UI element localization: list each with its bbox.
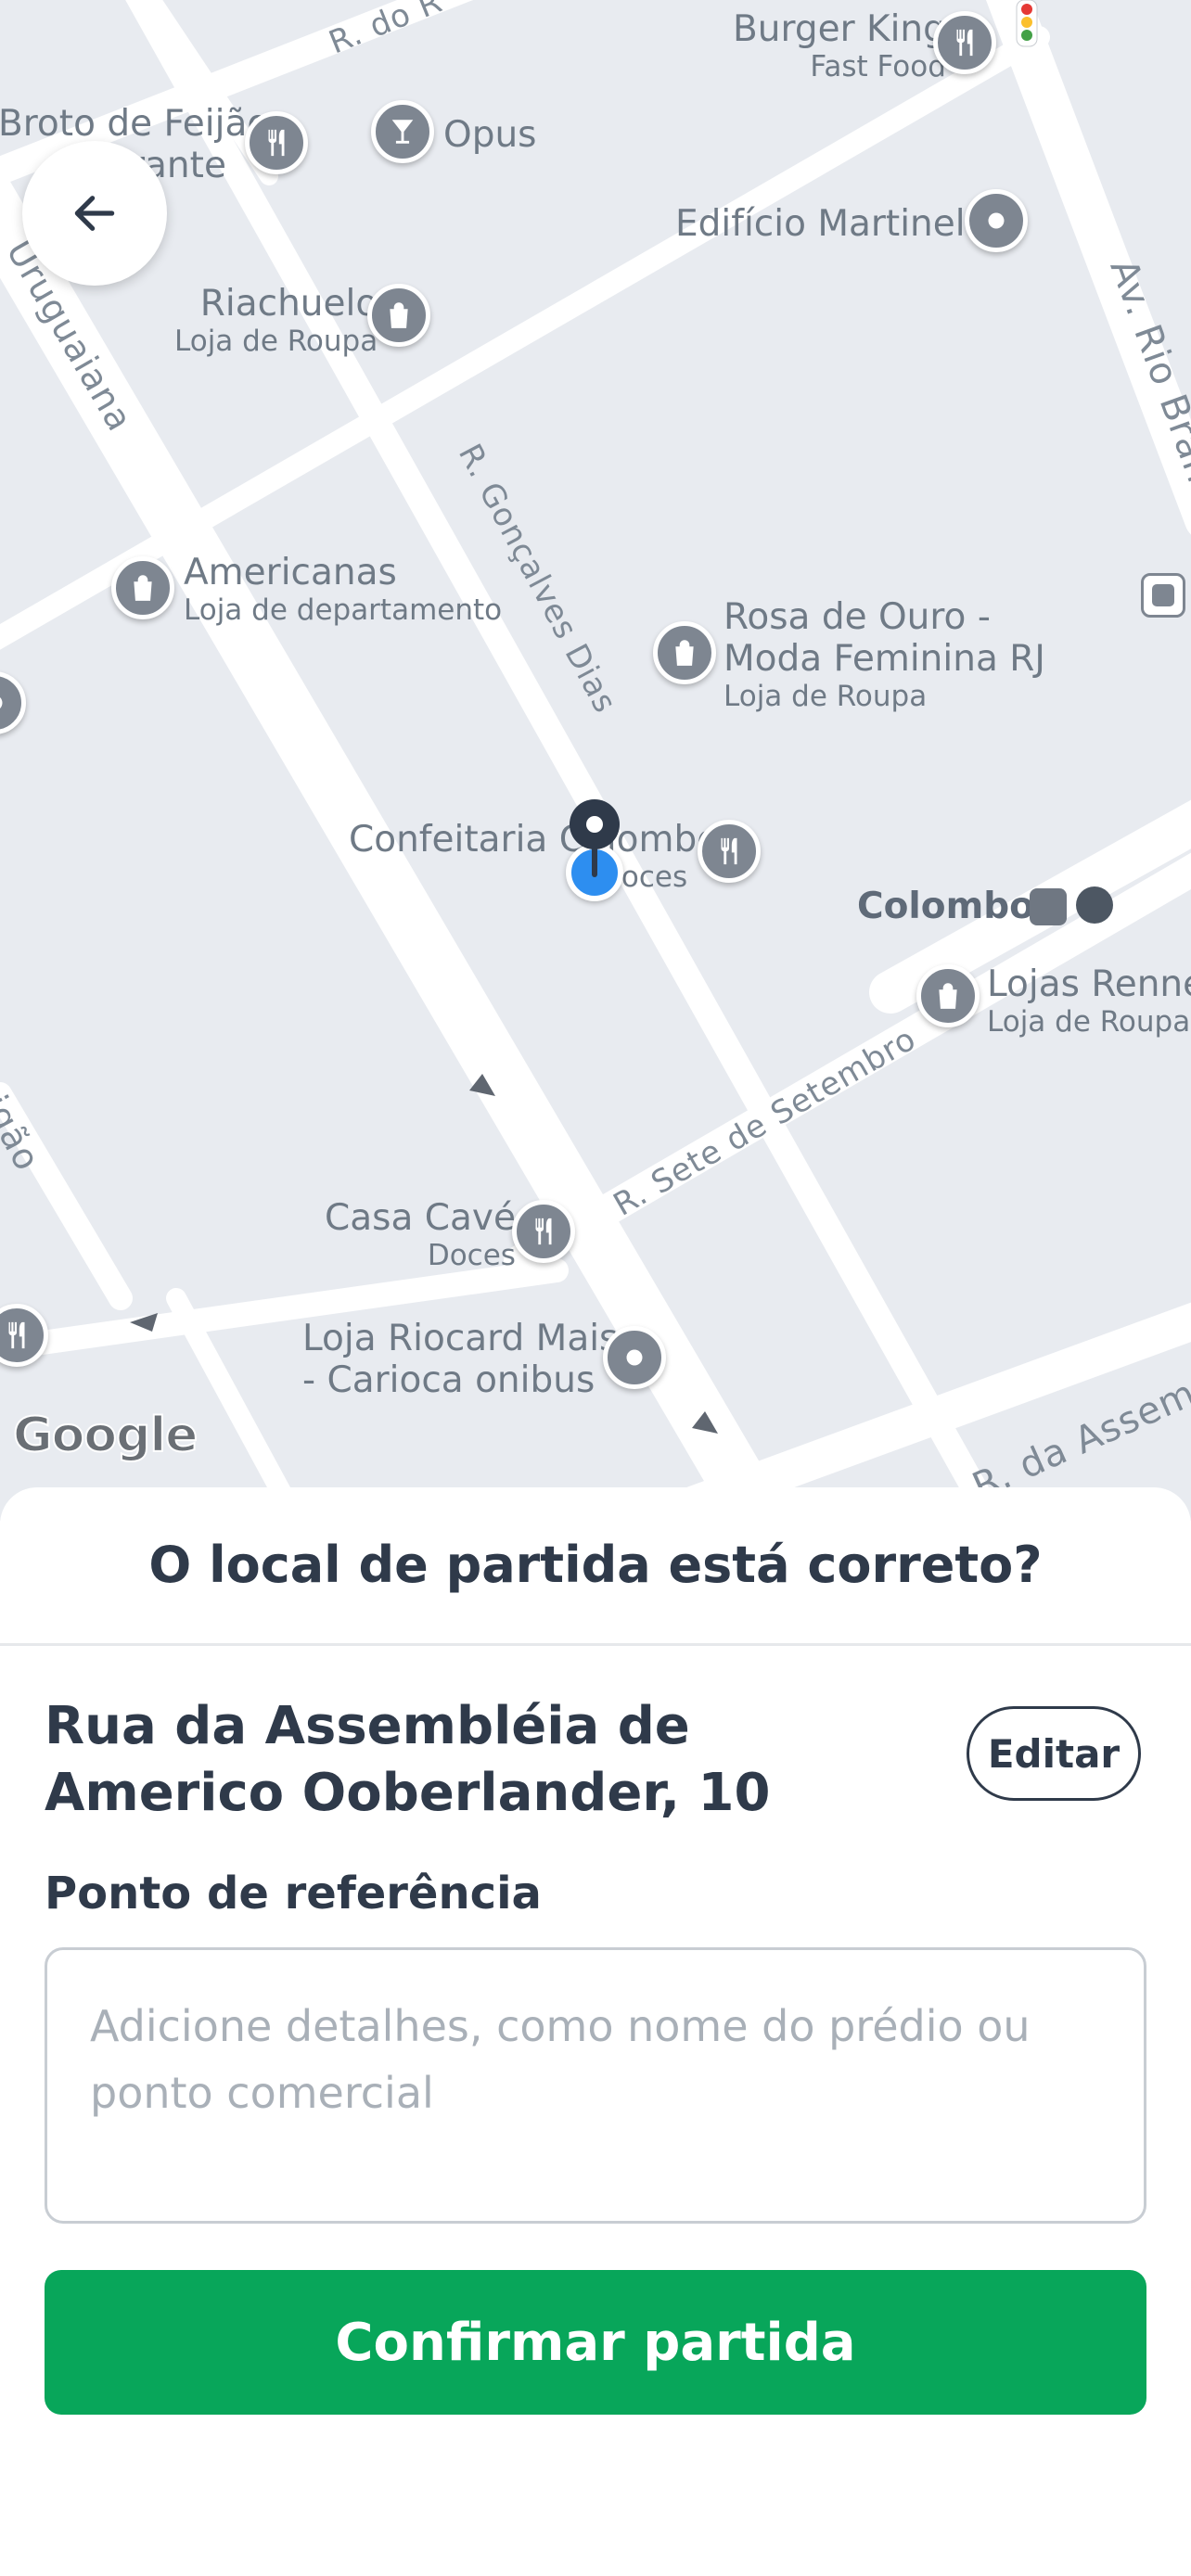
place-label-colombo[interactable]: Colombo <box>857 886 1034 928</box>
sheet-title: O local de partida está correto? <box>148 1536 1043 1594</box>
reference-input[interactable] <box>45 1947 1146 2224</box>
place-label-rosa-de-ouro[interactable]: Rosa de Ouro - Moda Feminina RJ Loja de … <box>724 596 1045 713</box>
restaurant-icon[interactable] <box>512 1200 575 1263</box>
restaurant-icon[interactable] <box>698 820 761 883</box>
google-logo: Google <box>12 1407 198 1464</box>
place-label-burger-king[interactable]: Burger King Fast Food <box>733 8 946 83</box>
place-label-confeitaria-colombo[interactable]: Confeitaria Colombo Doces <box>349 819 719 894</box>
map-view[interactable]: R. do R Uruguaiana R. Gonçalves Dias Av.… <box>0 0 1191 1521</box>
divider <box>0 1643 1191 1646</box>
pickup-confirmation-sheet: O local de partida está correto? Rua da … <box>0 1487 1191 2576</box>
poi-dot-icon[interactable] <box>965 189 1028 252</box>
restaurant-icon[interactable] <box>245 111 308 174</box>
restaurant-icon[interactable] <box>933 11 996 74</box>
arrow-left-icon <box>74 196 115 231</box>
pickup-pin-icon[interactable] <box>568 797 621 879</box>
place-label-lojas-renner[interactable]: Lojas Renner Loja de Roupa <box>987 963 1191 1039</box>
shopping-bag-icon[interactable] <box>367 284 430 347</box>
place-label-casa-cave[interactable]: Casa Cavé Doces <box>325 1197 516 1272</box>
tram-icon <box>1030 888 1067 925</box>
shopping-bag-icon[interactable] <box>111 556 174 619</box>
reference-label: Ponto de referência <box>45 1868 542 1919</box>
place-label-opus[interactable]: Opus <box>443 114 537 157</box>
back-button[interactable] <box>22 141 167 286</box>
place-label-riachuelo[interactable]: Riachuelo Loja de Roupa <box>174 283 378 358</box>
shopping-bag-icon[interactable] <box>916 964 980 1027</box>
place-label-edificio-martinelli[interactable]: Edifício Martinelli <box>675 203 985 246</box>
poi-dot-icon[interactable] <box>603 1326 666 1389</box>
metro-icon <box>1076 886 1113 924</box>
pickup-address: Rua da Assembléia de Americo Ooberlander… <box>45 1696 771 1823</box>
place-label-americanas[interactable]: Americanas Loja de departamento <box>184 552 502 627</box>
bus-stop-glyph <box>1152 584 1174 606</box>
edit-address-button[interactable]: Editar <box>967 1706 1141 1801</box>
bus-stop-icon[interactable] <box>1141 573 1185 618</box>
confirm-pickup-button[interactable]: Confirmar partida <box>45 2270 1146 2415</box>
pickup-pin-graphic <box>570 799 620 877</box>
place-label-loja-riocard[interactable]: Loja Riocard Mais - Carioca onibus <box>302 1318 618 1402</box>
shopping-bag-icon[interactable] <box>653 621 716 684</box>
bar-icon[interactable] <box>371 100 434 163</box>
